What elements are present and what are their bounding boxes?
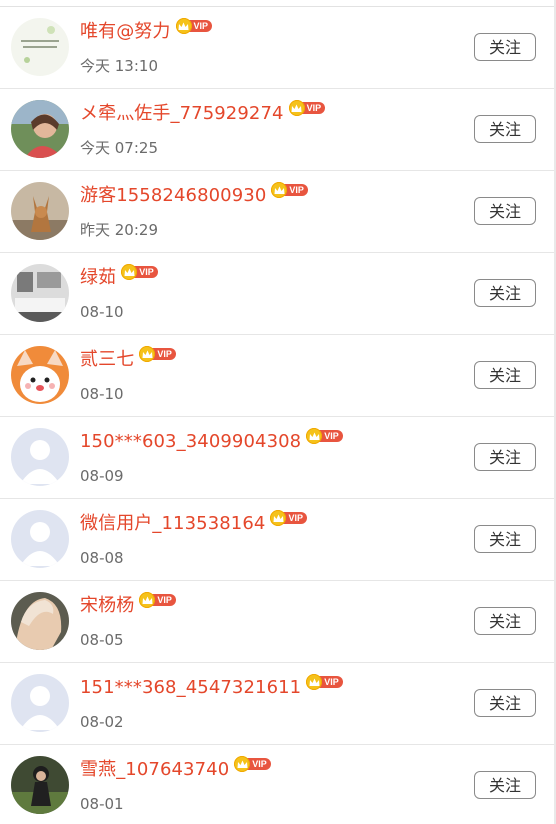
list-item[interactable]: 绿茹 VIP 08-10 关注: [0, 253, 556, 335]
list-item[interactable]: 游客1558246800930 VIP 昨天 20:29 关注: [0, 171, 556, 253]
user-name[interactable]: 贰三七: [80, 348, 134, 372]
follow-button[interactable]: 关注: [474, 771, 536, 799]
follow-button[interactable]: 关注: [474, 197, 536, 225]
user-avatar[interactable]: [11, 756, 69, 814]
user-avatar[interactable]: [11, 346, 69, 404]
room-avatar-icon: [11, 264, 69, 322]
follow-time: 今天 13:10: [80, 57, 158, 75]
user-name[interactable]: 150***603_3409904308: [80, 430, 301, 454]
user-avatar[interactable]: [11, 100, 69, 158]
user-avatar[interactable]: [11, 18, 69, 76]
follow-time: 08-02: [80, 713, 124, 731]
follow-time: 08-05: [80, 631, 124, 649]
top-divider: [0, 0, 556, 7]
user-name[interactable]: 绿茹: [80, 266, 116, 290]
user-avatar[interactable]: [11, 674, 69, 732]
follower-list: 唯有@努力 VIP 今天 13:10 关注 メ牵灬佐手_775929274 VI…: [0, 0, 556, 824]
default-avatar-icon: [11, 674, 69, 732]
list-item[interactable]: 贰三七 VIP 08-10 关注: [0, 335, 556, 417]
user-name[interactable]: 151***368_4547321611: [80, 676, 301, 700]
follow-button[interactable]: 关注: [474, 115, 536, 143]
list-item[interactable]: メ牵灬佐手_775929274 VIP 今天 07:25 关注: [0, 89, 556, 171]
list-item[interactable]: 微信用户_113538164 VIP 08-08 关注: [0, 499, 556, 581]
vip-badge: VIP: [234, 756, 271, 772]
follow-button[interactable]: 关注: [474, 607, 536, 635]
follow-button[interactable]: 关注: [474, 525, 536, 553]
follow-time: 08-01: [80, 795, 124, 813]
default-avatar-icon: [11, 510, 69, 568]
vip-badge: VIP: [175, 18, 213, 34]
list-item[interactable]: 唯有@努力 VIP 今天 13:10 关注: [0, 7, 556, 89]
default-avatar-icon: [11, 428, 69, 486]
crown-icon: [288, 100, 305, 116]
user-avatar[interactable]: [11, 510, 69, 568]
user-name[interactable]: 游客1558246800930: [80, 184, 266, 208]
vip-badge: VIP: [271, 182, 308, 198]
follow-time: 08-09: [80, 467, 124, 485]
photo-avatar-icon: [11, 100, 69, 158]
follow-time: 今天 07:25: [80, 139, 158, 157]
user-name[interactable]: 唯有@努力: [80, 20, 171, 44]
vip-badge: VIP: [306, 428, 343, 444]
follow-button[interactable]: 关注: [474, 443, 536, 471]
user-name[interactable]: 微信用户_113538164: [80, 512, 265, 536]
vip-badge: VIP: [121, 264, 158, 280]
follow-button[interactable]: 关注: [474, 689, 536, 717]
follow-button[interactable]: 关注: [474, 279, 536, 307]
follow-button[interactable]: 关注: [474, 33, 536, 61]
vip-badge: VIP: [306, 674, 343, 690]
follow-button[interactable]: 关注: [474, 361, 536, 389]
vip-badge: VIP: [270, 510, 307, 526]
list-item[interactable]: 151***368_4547321611 VIP 08-02 关注: [0, 663, 556, 745]
cartoon-avatar-icon: [11, 346, 69, 404]
follow-time: 08-10: [80, 303, 124, 321]
user-name[interactable]: 宋杨杨: [80, 594, 134, 618]
dog-avatar-icon: [11, 182, 69, 240]
user-avatar[interactable]: [11, 428, 69, 486]
list-item[interactable]: 宋杨杨 VIP 08-05 关注: [0, 581, 556, 663]
follow-time: 08-10: [80, 385, 124, 403]
user-name[interactable]: メ牵灬佐手_775929274: [80, 102, 284, 126]
quote-card-avatar-icon: [11, 18, 69, 76]
crown-icon: [175, 18, 192, 34]
vip-badge: VIP: [288, 100, 326, 116]
follow-time: 08-08: [80, 549, 124, 567]
photo-avatar-icon: [11, 756, 69, 814]
list-item[interactable]: 雪燕_107643740 VIP 08-01 关注: [0, 745, 556, 824]
user-avatar[interactable]: [11, 592, 69, 650]
user-avatar[interactable]: [11, 182, 69, 240]
list-item[interactable]: 150***603_3409904308 VIP 08-09 关注: [0, 417, 556, 499]
photo-avatar-icon: [11, 592, 69, 650]
vip-badge: VIP: [139, 592, 176, 608]
user-name[interactable]: 雪燕_107643740: [80, 758, 229, 782]
vip-badge: VIP: [139, 346, 176, 362]
follow-time: 昨天 20:29: [80, 221, 158, 239]
user-avatar[interactable]: [11, 264, 69, 322]
